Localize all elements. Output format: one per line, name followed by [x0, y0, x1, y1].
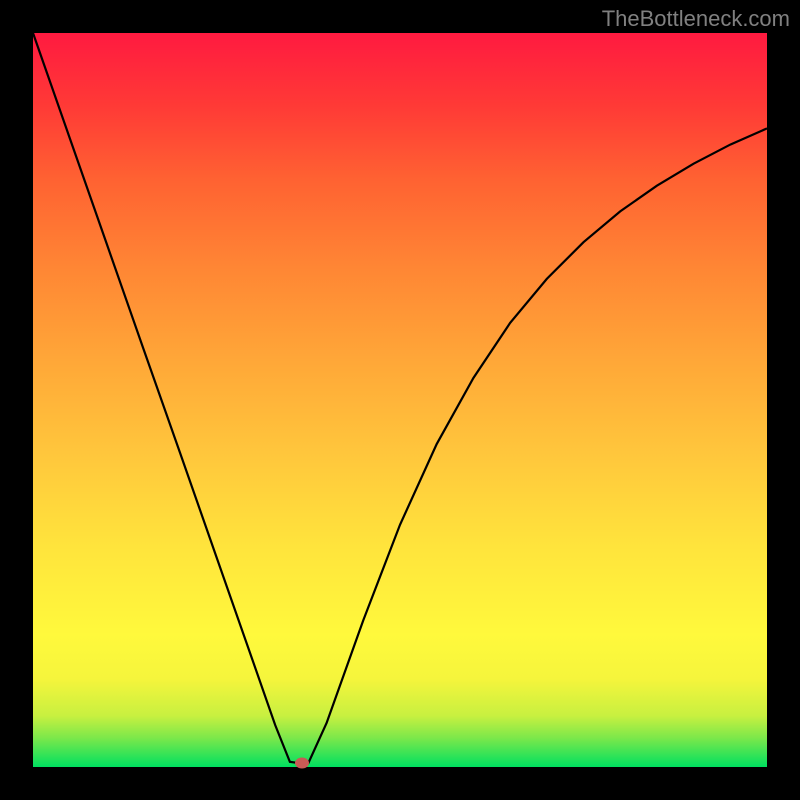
watermark-text: TheBottleneck.com: [602, 6, 790, 32]
chart-frame: TheBottleneck.com: [0, 0, 800, 800]
marker-dot: [295, 758, 309, 769]
plot-area: [33, 33, 767, 767]
